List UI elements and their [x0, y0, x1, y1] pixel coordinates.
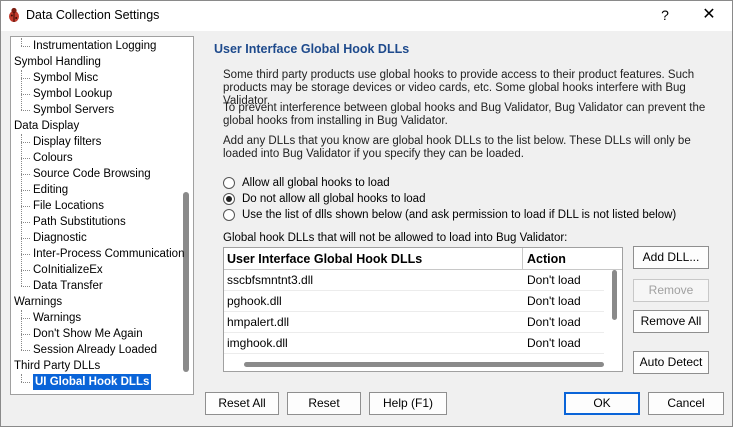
remove-all-button[interactable]: Remove All [633, 310, 709, 333]
tree-connector [21, 206, 30, 207]
tree-item[interactable]: Diagnostic [33, 230, 87, 246]
radio-label: Allow all global hooks to load [242, 177, 390, 189]
radio-use-list[interactable]: Use the list of dlls shown below (and as… [223, 207, 676, 223]
auto-detect-button[interactable]: Auto Detect [633, 351, 709, 374]
tree-item[interactable]: Instrumentation Logging [33, 38, 156, 54]
tree-connector [21, 142, 30, 143]
tree-connector [21, 94, 30, 95]
tree-connector [21, 254, 30, 255]
tree-item[interactable]: Data Transfer [33, 278, 103, 294]
tree-item[interactable]: Colours [33, 150, 73, 166]
tree-category[interactable]: Warnings [14, 294, 62, 310]
radio-label: Do not allow all global hooks to load [242, 193, 426, 205]
tree-item[interactable]: Editing [33, 182, 68, 198]
tree-item[interactable]: Symbol Servers [33, 102, 114, 118]
radio-label: Use the list of dlls shown below (and as… [242, 209, 677, 221]
dll-name: sscbfsmntnt3.dll [227, 273, 314, 287]
table-row[interactable]: hmpalert.dll Don't load [224, 312, 604, 333]
description-paragraph-3: Add any DLLs that you know are global ho… [223, 135, 691, 160]
ok-button[interactable]: OK [564, 392, 640, 415]
tree-category[interactable]: Data Display [14, 118, 79, 134]
title-bar: Data Collection Settings ? ✕ [1, 1, 732, 31]
tree-connector [21, 318, 30, 319]
tree-item[interactable]: Path Substitutions [33, 214, 126, 230]
panel-title: User Interface Global Hook DLLs [214, 42, 410, 56]
radio-button[interactable] [223, 177, 235, 189]
tree-item[interactable]: Display filters [33, 134, 101, 150]
dll-name: pghook.dll [227, 294, 282, 308]
tree-connector [21, 310, 22, 350]
list-header: User Interface Global Hook DLLs Action [224, 248, 622, 270]
remove-button[interactable]: Remove [633, 279, 709, 302]
tree-vertical-scrollbar[interactable] [183, 192, 189, 372]
bug-icon [7, 7, 21, 23]
tree-connector [21, 190, 30, 191]
add-dll-button[interactable]: Add DLL... [633, 246, 709, 269]
tree-category[interactable]: Symbol Handling [14, 54, 101, 70]
tree-connector [21, 46, 30, 47]
column-header-dlls[interactable]: User Interface Global Hook DLLs [224, 248, 523, 269]
dll-action: Don't load [527, 294, 581, 308]
radio-allow-all[interactable]: Allow all global hooks to load [223, 175, 390, 191]
help-button[interactable]: Help (F1) [369, 392, 447, 415]
tree-connector [21, 158, 30, 159]
tree-item[interactable]: Don't Show Me Again [33, 326, 143, 342]
tree-item[interactable]: UI Global Hook DLLs [33, 374, 152, 390]
cancel-button[interactable]: Cancel [648, 392, 724, 415]
radio-do-not-allow[interactable]: Do not allow all global hooks to load [223, 191, 425, 207]
tree-item[interactable]: Warnings [33, 310, 81, 326]
dll-action: Don't load [527, 336, 581, 350]
table-row[interactable]: pghook.dll Don't load [224, 291, 604, 312]
dll-action: Don't load [527, 315, 581, 329]
radio-button[interactable] [223, 209, 235, 221]
window-title: Data Collection Settings [26, 8, 160, 22]
reset-all-button[interactable]: Reset All [205, 392, 279, 415]
tree-connector [21, 134, 22, 286]
tree-item[interactable]: Symbol Misc [33, 70, 98, 86]
table-row[interactable]: sscbfsmntnt3.dll Don't load [224, 270, 604, 291]
tree-connector [21, 382, 30, 383]
tree-item[interactable]: Session Already Loaded [33, 342, 157, 358]
tree-item[interactable]: Source Code Browsing [33, 166, 151, 182]
dll-name: hmpalert.dll [227, 315, 290, 329]
dialog-window: Data Collection Settings ? ✕ Instrumenta… [0, 0, 733, 427]
radio-button[interactable] [223, 193, 235, 205]
tree-connector [21, 70, 22, 110]
column-header-action[interactable]: Action [523, 248, 622, 269]
global-hook-dll-list[interactable]: User Interface Global Hook DLLs Action s… [223, 247, 623, 372]
tree-category[interactable]: Third Party DLLs [14, 358, 100, 374]
help-title-button[interactable]: ? [655, 5, 675, 25]
close-button[interactable]: ✕ [696, 5, 722, 25]
tree-item[interactable]: CoInitializeEx [33, 262, 103, 278]
list-horizontal-scrollbar[interactable] [244, 362, 604, 367]
settings-tree[interactable]: Instrumentation Logging Symbol Handling Sy… [10, 36, 194, 395]
list-label: Global hook DLLs that will not be allowe… [223, 232, 568, 244]
tree-connector [21, 110, 30, 111]
description-paragraph-2: To prevent interference between global h… [223, 102, 706, 127]
tree-connector [21, 334, 30, 335]
list-vertical-scrollbar[interactable] [612, 270, 617, 320]
tree-item[interactable]: File Locations [33, 198, 104, 214]
tree-connector [21, 38, 22, 46]
tree-connector [21, 270, 30, 271]
reset-button[interactable]: Reset [287, 392, 361, 415]
tree-connector [21, 374, 22, 382]
tree-connector [21, 286, 30, 287]
table-row[interactable]: imghook.dll Don't load [224, 333, 604, 354]
tree-connector [21, 174, 30, 175]
tree-item[interactable]: Inter-Process Communication [33, 246, 184, 262]
dll-action: Don't load [527, 273, 581, 287]
tree-connector [21, 78, 30, 79]
tree-connector [21, 238, 30, 239]
tree-item[interactable]: Symbol Lookup [33, 86, 112, 102]
tree-connector [21, 350, 30, 351]
tree-connector [21, 222, 30, 223]
dll-name: imghook.dll [227, 336, 288, 350]
